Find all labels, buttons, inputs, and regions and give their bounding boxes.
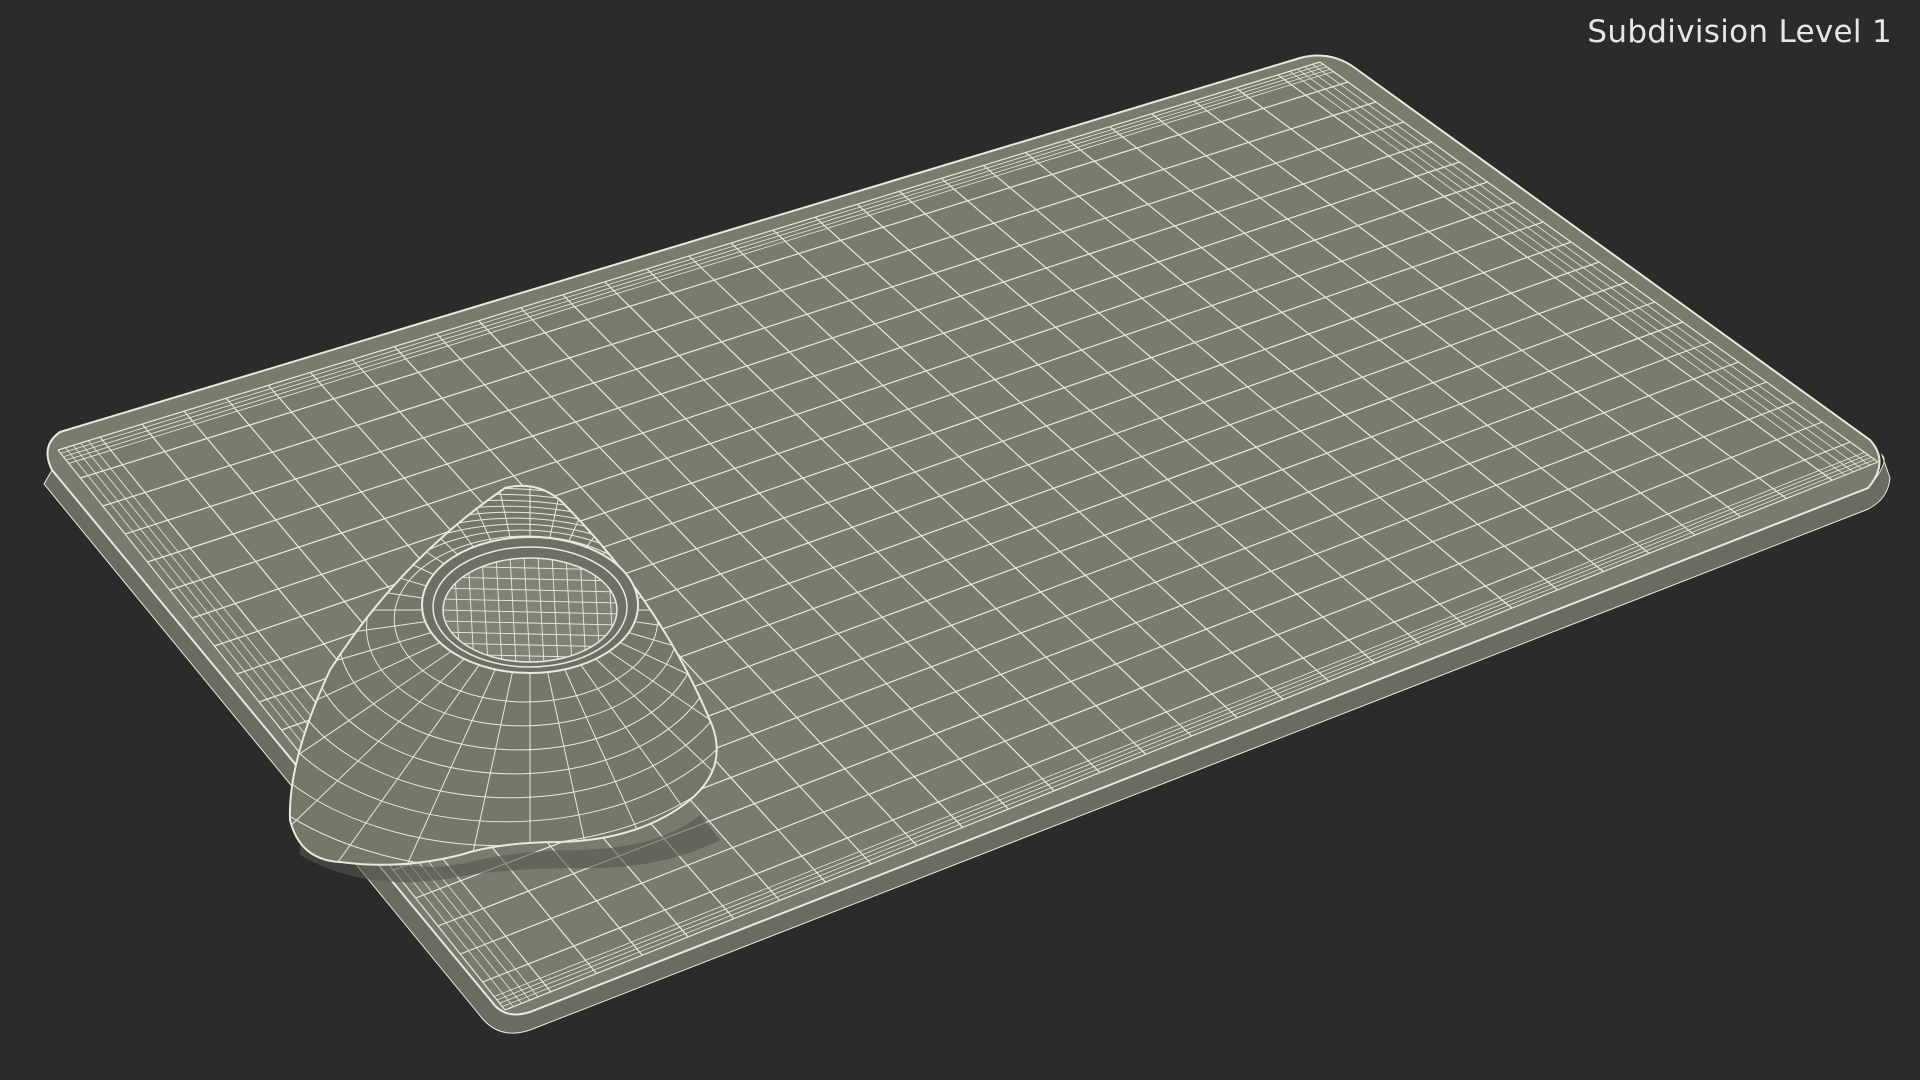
subdivision-level-label: Subdivision Level 1 [1587,14,1892,50]
render-viewport: Subdivision Level 1 [0,0,1920,1080]
board-surface [46,54,1881,1016]
wireframe-scene [43,54,1891,1034]
